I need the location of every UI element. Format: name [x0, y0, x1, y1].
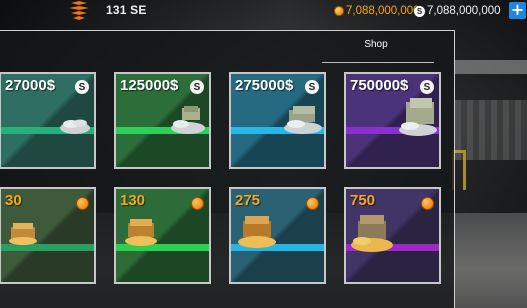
cash-balance-value: 7,088,000,000: [427, 5, 501, 17]
shop-tab-underline: [322, 62, 434, 63]
car-name: 131 SE: [106, 3, 147, 17]
gold-chest-icon: [238, 216, 276, 248]
s-coin-icon: S: [414, 5, 425, 17]
coin-pack-card[interactable]: 275: [229, 187, 326, 284]
gold-chest-icon: [351, 215, 393, 252]
cash-and-coins-icon: [171, 106, 205, 134]
tab-shop[interactable]: Shop: [316, 39, 436, 50]
coin-pack-amount: 750: [350, 192, 376, 209]
cash-pack-price: 275000$: [235, 77, 294, 94]
cash-balance: S 7,088,000,000: [414, 4, 501, 18]
cash-and-coins-icon: [284, 106, 322, 134]
cash-pack-card[interactable]: 27000$ S: [0, 72, 96, 169]
gold-chest-icon: [125, 219, 157, 246]
add-currency-button[interactable]: +: [509, 2, 526, 19]
top-hud: 131 SE 7,088,000,000 S 7,088,000,000 +: [0, 0, 527, 22]
cash-stacks-icon: [399, 98, 437, 136]
brand-logo-icon: [69, 1, 89, 20]
garage-beam: [455, 60, 527, 74]
cash-pack-card[interactable]: 750000$ S: [344, 72, 441, 169]
coin-pack-amount: 30: [5, 192, 22, 209]
coin-icon: [334, 6, 344, 16]
coin-icon: [191, 197, 204, 210]
s-coin-icon: S: [75, 80, 89, 94]
silver-coins-icon: [60, 119, 90, 134]
gold-chest-icon: [9, 223, 37, 245]
coin-icon: [306, 197, 319, 210]
s-coin-icon: S: [420, 80, 434, 94]
coin-icon: [421, 197, 434, 210]
s-coin-icon: S: [305, 80, 319, 94]
coin-icon: [76, 197, 89, 210]
coin-pack-card[interactable]: 30: [0, 187, 96, 284]
coin-balance: 7,088,000,000: [334, 4, 420, 18]
cash-pack-card[interactable]: 125000$ S: [114, 72, 211, 169]
cash-pack-price: 125000$: [120, 77, 179, 94]
coin-pack-card[interactable]: 750: [344, 187, 441, 284]
s-coin-icon: S: [190, 80, 204, 94]
cash-pack-card[interactable]: 275000$ S: [229, 72, 326, 169]
coin-pack-card[interactable]: 130: [114, 187, 211, 284]
coin-pack-amount: 275: [235, 192, 261, 209]
coin-pack-amount: 130: [120, 192, 146, 209]
cash-pack-price: 27000$: [5, 77, 56, 94]
coin-balance-value: 7,088,000,000: [346, 5, 420, 17]
cash-pack-price: 750000$: [350, 77, 409, 94]
